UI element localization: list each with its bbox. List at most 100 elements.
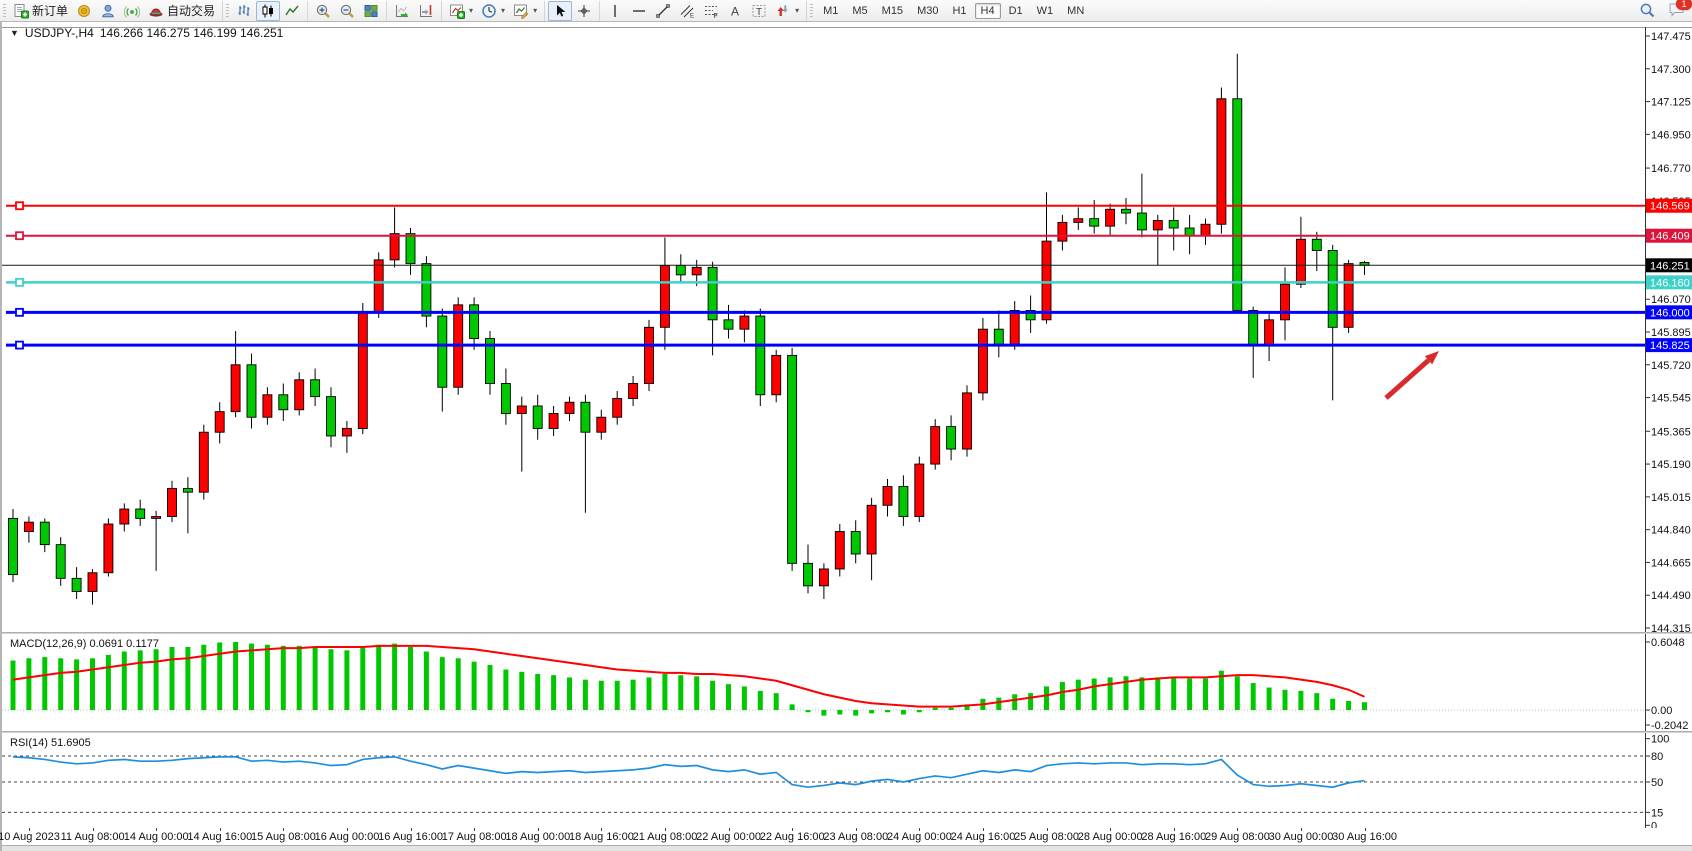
timeframe-button-W1[interactable]: W1	[1031, 3, 1060, 19]
tile-windows-icon	[363, 3, 379, 19]
search-button[interactable]	[1635, 1, 1660, 21]
price-hline[interactable]	[6, 309, 1645, 316]
time-axis[interactable]: 10 Aug 202311 Aug 08:0014 Aug 00:0014 Au…	[2, 828, 1692, 845]
svg-text:146.000: 146.000	[1650, 307, 1690, 319]
time-axis-label: 30 Aug 00:00	[1269, 831, 1334, 843]
periods-button[interactable]: ▾	[477, 1, 509, 21]
macd-panel[interactable]: 0.60480.00-0.2042MACD(12,26,9) 0.0691 0.…	[2, 634, 1692, 731]
zoom-in-button[interactable]	[311, 1, 335, 21]
channel-icon: E	[679, 3, 695, 19]
time-axis-label: 24 Aug 00:00	[887, 831, 952, 843]
price-hline[interactable]	[6, 279, 1645, 286]
tile-windows-button[interactable]	[359, 1, 383, 21]
svg-text:0.6048: 0.6048	[1651, 637, 1685, 649]
indicators-button[interactable]: ▾	[445, 1, 477, 21]
svg-text:A: A	[731, 4, 739, 18]
signals-button[interactable]	[120, 1, 144, 21]
toolbar-group-cursor	[544, 1, 599, 21]
zoom-out-button[interactable]	[335, 1, 359, 21]
rsi-panel[interactable]: 1008050150RSI(14) 51.6905	[2, 733, 1692, 828]
channel-tool[interactable]: E	[675, 1, 699, 21]
price-axis-label: 146.251	[1646, 258, 1692, 272]
text-label-tool[interactable]: T	[747, 1, 771, 21]
text-label-icon: T	[751, 3, 767, 19]
horizontal-line-icon	[631, 3, 647, 19]
auto-trading-button[interactable]: 自动交易	[144, 1, 219, 21]
bar-chart-button[interactable]	[232, 1, 256, 21]
hat-icon	[148, 3, 164, 19]
timeframe-button-M5[interactable]: M5	[846, 3, 873, 19]
rsi-label: RSI(14) 51.6905	[10, 737, 91, 749]
price-chart-panel[interactable]: 147.475147.300147.125146.950146.770146.5…	[2, 22, 1692, 632]
chart-shift-icon	[418, 3, 434, 19]
timeframe-button-M1[interactable]: M1	[817, 3, 844, 19]
dropdown-arrow: ▾	[501, 6, 505, 15]
auto-trading-label: 自动交易	[167, 2, 215, 19]
time-axis-label: 17 Aug 08:00	[442, 831, 507, 843]
svg-text:147.300: 147.300	[1651, 64, 1691, 76]
toolbar-grip	[3, 4, 6, 18]
text-tool[interactable]: A	[723, 1, 747, 21]
timeframe-button-MN[interactable]: MN	[1061, 3, 1090, 19]
toolbar-group-trade: 新订单 自动交易	[0, 1, 222, 21]
svg-text:F: F	[714, 13, 718, 19]
price-hline[interactable]	[6, 342, 1645, 349]
price-axis-label: 145.825	[1646, 338, 1692, 352]
crosshair-tool-button[interactable]	[572, 1, 596, 21]
new-order-icon	[13, 3, 29, 19]
timeframe-group: M1M5M15M30H1H4D1W1MN	[806, 1, 1094, 21]
timeframe-button-M30[interactable]: M30	[911, 3, 944, 19]
svg-text:50: 50	[1651, 777, 1663, 789]
price-hline[interactable]	[6, 202, 1645, 209]
svg-text:147.125: 147.125	[1651, 97, 1691, 109]
fibonacci-tool[interactable]: F	[699, 1, 723, 21]
templates-button[interactable]: ▾	[509, 1, 541, 21]
svg-text:145.545: 145.545	[1651, 393, 1691, 405]
signal-icon	[124, 3, 140, 19]
annotation-arrow[interactable]	[1386, 351, 1439, 398]
line-chart-button[interactable]	[280, 1, 304, 21]
time-axis-label: 25 Aug 08:00	[1014, 831, 1079, 843]
toolbar-group-scroll	[386, 1, 441, 21]
timeframe-button-H1[interactable]: H1	[946, 3, 972, 19]
clock-icon	[481, 3, 497, 19]
vertical-line-tool[interactable]	[603, 1, 627, 21]
svg-text:-0.2042: -0.2042	[1651, 720, 1688, 731]
price-hline[interactable]	[6, 232, 1645, 239]
community-button[interactable]	[96, 1, 120, 21]
trendline-tool[interactable]	[651, 1, 675, 21]
candlesticks	[9, 54, 1370, 605]
svg-text:146.950: 146.950	[1651, 129, 1691, 141]
toolbar-group-chart-type	[222, 1, 307, 21]
new-order-button[interactable]: 新订单	[9, 1, 72, 21]
svg-text:145.190: 145.190	[1651, 459, 1691, 471]
arrows-tool[interactable]: ▾	[771, 1, 803, 21]
chart-window[interactable]: ▼ USDJPY-,H4 146.266 146.275 146.199 146…	[0, 22, 1692, 851]
price-axis-label: 146.000	[1646, 305, 1692, 319]
vertical-line-icon	[607, 3, 623, 19]
auto-scroll-button[interactable]	[390, 1, 414, 21]
timeframe-button-H4[interactable]: H4	[975, 3, 1001, 19]
collapse-icon[interactable]: ▼	[10, 28, 19, 38]
time-axis-label: 18 Aug 00:00	[505, 831, 570, 843]
line-chart-icon	[284, 3, 300, 19]
toolbar-group-objects: E F A T ▾	[599, 1, 806, 21]
timeframe-button-D1[interactable]: D1	[1003, 3, 1029, 19]
chart-shift-button[interactable]	[414, 1, 438, 21]
cursor-tool-button[interactable]	[548, 1, 572, 21]
horizontal-line-tool[interactable]	[627, 1, 651, 21]
template-icon	[513, 3, 529, 19]
chart-quote-ohlc: 146.266 146.275 146.199 146.251	[100, 26, 284, 40]
svg-text:144.840: 144.840	[1651, 525, 1691, 537]
search-icon	[1639, 2, 1656, 19]
market-button[interactable]	[72, 1, 96, 21]
candlestick-chart-button[interactable]	[256, 1, 280, 21]
timeframe-button-M15[interactable]: M15	[876, 3, 909, 19]
time-axis-label: 28 Aug 00:00	[1078, 831, 1143, 843]
zoom-out-icon	[339, 3, 355, 19]
svg-text:144.490: 144.490	[1651, 590, 1691, 602]
chat-button[interactable]: 1	[1668, 1, 1686, 21]
candlestick-icon	[260, 3, 276, 19]
svg-text:145.015: 145.015	[1651, 492, 1691, 504]
svg-text:0: 0	[1651, 820, 1657, 828]
